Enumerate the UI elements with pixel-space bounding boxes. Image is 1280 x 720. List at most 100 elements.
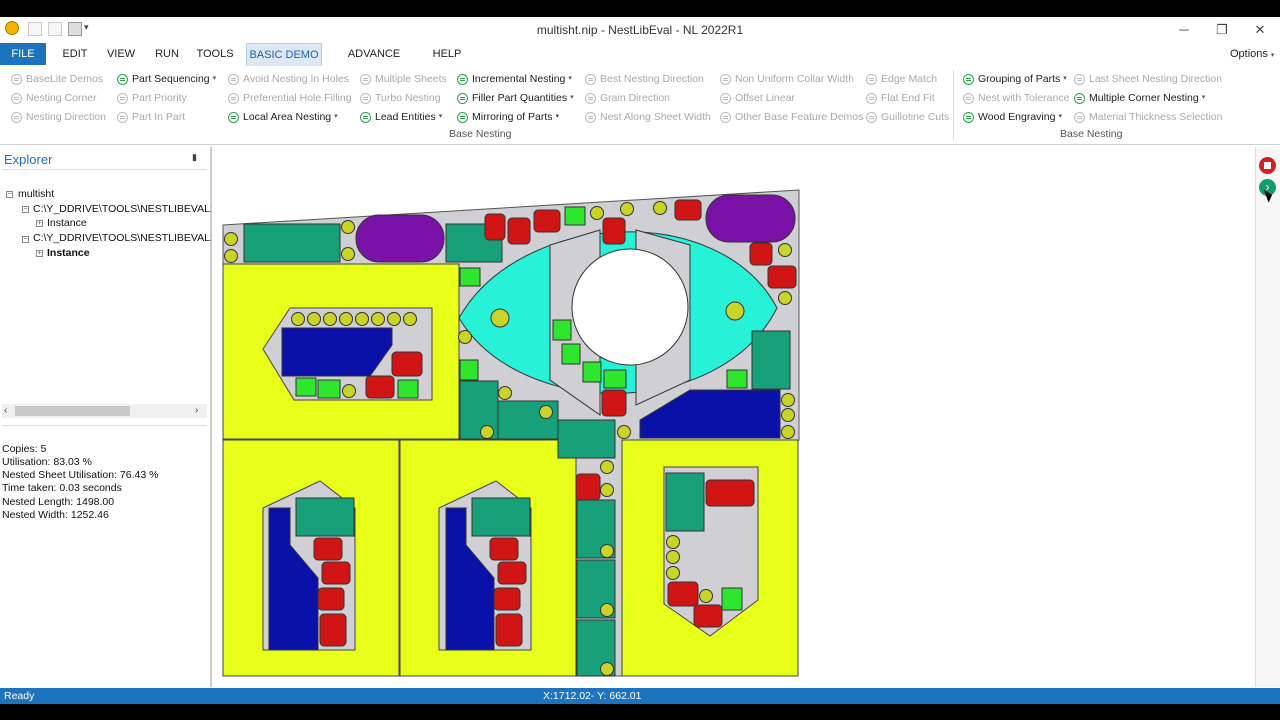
minimize-button[interactable]: ─	[1174, 22, 1194, 38]
tree-path-node[interactable]: C:\Y_DDRIVE\TOOLS\NESTLIBEVAL2022	[33, 203, 233, 215]
ribbon-last-sheet-nesting-direction[interactable]: Last Sheet Nesting Direction	[1074, 71, 1222, 87]
menu-run[interactable]: RUN	[148, 43, 186, 65]
ribbon-local-area-nesting[interactable]: Local Area Nesting ▾	[228, 109, 338, 125]
menu-view[interactable]: VIEW	[102, 43, 140, 65]
ribbon-label: Turbo Nesting	[375, 92, 441, 104]
tree-instance-node-selected[interactable]: Instance	[47, 247, 90, 259]
ribbon-nest-along-sheet-width[interactable]: Nest Along Sheet Width	[585, 109, 711, 125]
demo-icon	[720, 73, 731, 85]
ribbon-flat-end-fit[interactable]: Flat End Fit	[866, 90, 935, 106]
purple-part	[705, 194, 796, 243]
tree-collapse-icon[interactable]: −	[22, 236, 29, 243]
red-part	[317, 587, 345, 611]
ribbon-incremental-nesting[interactable]: Incremental Nesting ▾	[457, 71, 572, 87]
ribbon-grouping-of-parts[interactable]: Grouping of Parts ▾	[963, 71, 1067, 87]
ribbon-label: Best Nesting Direction	[600, 73, 704, 85]
ribbon-offset-linear[interactable]: Offset Linear	[720, 90, 795, 106]
green-part	[295, 377, 317, 397]
demo-icon	[117, 92, 128, 104]
tree-collapse-icon[interactable]: −	[6, 191, 13, 198]
menu-file[interactable]: FILE	[0, 43, 46, 65]
tree-path-node[interactable]: C:\Y_DDRIVE\TOOLS\NESTLIBEVAL2022	[33, 232, 233, 244]
scrollbar-thumb[interactable]	[15, 406, 130, 416]
chevron-down-icon: ▾	[1270, 52, 1275, 59]
restore-button[interactable]: ❐	[1212, 22, 1232, 38]
ribbon-non-uniform-collar-width[interactable]: Non Uniform Collar Width	[720, 71, 854, 87]
ribbon-best-nesting-direction[interactable]: Best Nesting Direction	[585, 71, 704, 87]
green-part	[317, 379, 341, 399]
demo-icon	[866, 73, 877, 85]
ribbon-label: Local Area Nesting	[243, 111, 332, 123]
ribbon-label: Other Base Feature Demos	[735, 111, 864, 123]
ribbon-nesting-direction[interactable]: Nesting Direction	[11, 109, 106, 125]
menu-edit[interactable]: EDIT	[56, 43, 94, 65]
ribbon-part-sequencing[interactable]: Part Sequencing ▾	[117, 71, 216, 87]
ribbon-label: Offset Linear	[735, 92, 795, 104]
stat-copies: Copies: 5	[2, 443, 47, 455]
demo-icon	[585, 73, 596, 85]
menu-help[interactable]: HELP	[428, 43, 466, 65]
center-hole	[571, 248, 689, 366]
demo-icon	[720, 92, 731, 104]
ribbon-label: Grain Direction	[600, 92, 671, 104]
status-bar: Ready X:1712.02- Y: 662.01	[0, 688, 1280, 704]
ribbon-grain-direction[interactable]: Grain Direction	[585, 90, 670, 106]
red-part	[321, 561, 351, 585]
ribbon-lead-entities[interactable]: Lead Entities ▾	[360, 109, 442, 125]
scroll-left-icon[interactable]: ‹	[4, 405, 7, 416]
options-menu[interactable]: Options ▾	[1230, 43, 1274, 65]
ribbon-avoid-nesting-in-holes[interactable]: Avoid Nesting In Holes	[228, 71, 349, 87]
ribbon-other-base-feature-demos[interactable]: Other Base Feature Demos	[720, 109, 863, 125]
ribbon-label: Filler Part Quantities	[472, 92, 568, 104]
red-part	[365, 375, 395, 399]
ribbon-divider	[953, 70, 954, 140]
nesting-drawing[interactable]	[211, 147, 1255, 687]
demo-icon	[228, 111, 239, 123]
ribbon-filler-part-quantities[interactable]: Filler Part Quantities ▾	[457, 90, 574, 106]
ribbon-guillotine-cuts[interactable]: Guillotine Cuts	[866, 109, 949, 125]
demo-icon	[117, 111, 128, 123]
ribbon-edge-match[interactable]: Edge Match	[866, 71, 937, 87]
close-button[interactable]: ✕	[1250, 22, 1270, 38]
ribbon-label: BaseLite Demos	[26, 73, 104, 85]
red-part	[667, 581, 699, 607]
demo-icon	[1074, 92, 1085, 104]
explorer-divider	[2, 169, 207, 170]
ribbon-part-in-part[interactable]: Part In Part	[117, 109, 185, 125]
ribbon-multiple-sheets[interactable]: Multiple Sheets	[360, 71, 447, 87]
tree-root[interactable]: multisht	[18, 188, 54, 200]
ribbon-wood-engraving[interactable]: Wood Engraving ▾	[963, 109, 1062, 125]
tree-expand-icon[interactable]: +	[36, 220, 43, 227]
window-title: multisht.nip - NestLibEval - NL 2022R1	[536, 23, 744, 37]
darkgreen-part	[557, 419, 616, 459]
menu-advance-demo[interactable]: ADVANCE DEMO	[330, 43, 418, 82]
ribbon-group-label: Base Nesting	[1060, 128, 1123, 140]
demo-icon	[360, 111, 371, 123]
ribbon-label: Nesting Corner	[26, 92, 97, 104]
red-part	[749, 242, 773, 266]
chevron-down-icon: ▾	[555, 113, 560, 120]
darkgreen-part	[665, 472, 705, 532]
top-black-bar	[0, 0, 1280, 17]
chevron-down-icon: ▾	[212, 75, 217, 82]
pin-icon[interactable]: ▮	[192, 152, 197, 163]
ribbon-material-thickness-selection[interactable]: Material Thickness Selection	[1074, 109, 1222, 125]
ribbon-mirroring-of-parts[interactable]: Mirroring of Parts ▾	[457, 109, 559, 125]
ribbon-turbo-nesting[interactable]: Turbo Nesting	[360, 90, 441, 106]
ribbon-nesting-corner[interactable]: Nesting Corner	[11, 90, 97, 106]
demo-icon	[457, 92, 468, 104]
ribbon-preferential-hole-filling[interactable]: Preferential Hole Filling	[228, 90, 352, 106]
tree-collapse-icon[interactable]: −	[22, 206, 29, 213]
scroll-right-icon[interactable]: ›	[195, 405, 198, 416]
ribbon-multiple-corner-nesting[interactable]: Multiple Corner Nesting ▾	[1074, 90, 1205, 106]
green-part	[582, 361, 602, 383]
ribbon-baselite-demos[interactable]: BaseLite Demos	[11, 71, 103, 87]
tree-instance-node[interactable]: Instance	[47, 217, 87, 229]
stop-button[interactable]	[1259, 157, 1276, 174]
ribbon-part-priority[interactable]: Part Priority	[117, 90, 187, 106]
menu-basic-demo[interactable]: BASIC DEMO	[246, 43, 322, 66]
red-part	[601, 389, 627, 417]
menu-tools[interactable]: TOOLS	[194, 43, 236, 65]
ribbon-nest-with-tolerance[interactable]: Nest with Tolerance	[963, 90, 1069, 106]
tree-expand-icon[interactable]: +	[36, 250, 43, 257]
